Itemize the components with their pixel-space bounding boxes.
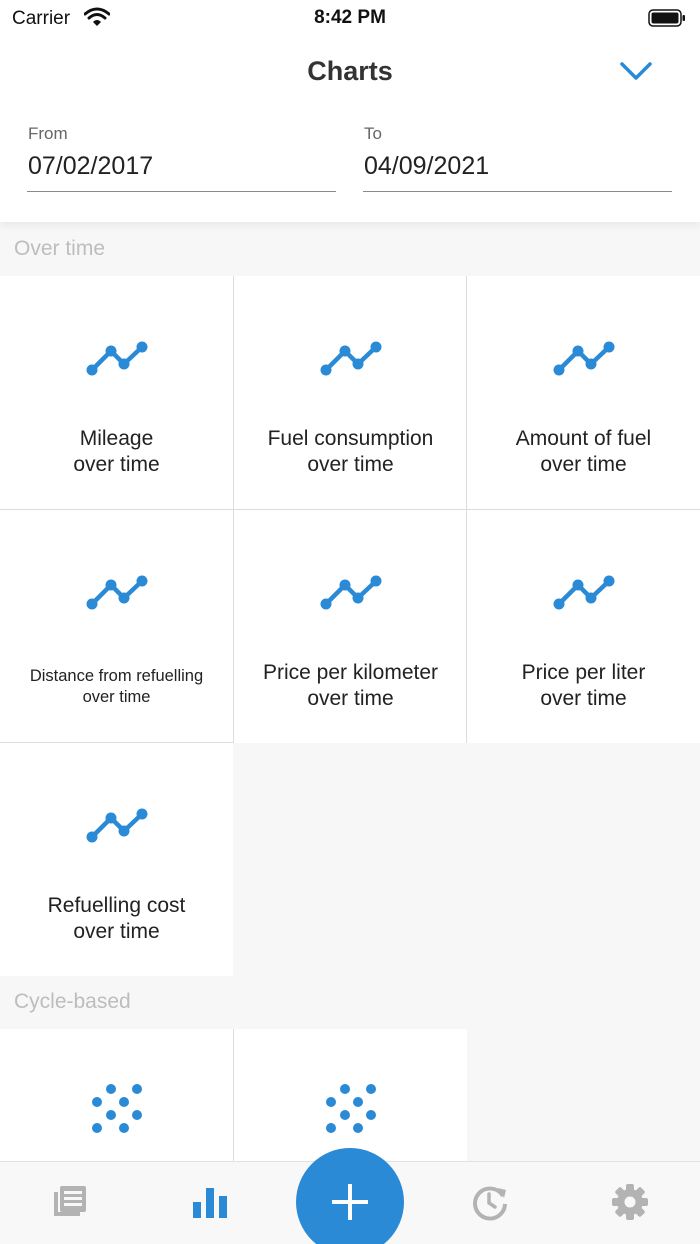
tile-distance-from-refuelling[interactable]: Distance from refuelling over time [0, 510, 233, 743]
status-time: 8:42 PM [314, 7, 386, 28]
line-chart-icon [86, 575, 148, 610]
gear-icon[interactable] [610, 1182, 650, 1222]
to-date-field[interactable]: To 04/09/2021 [363, 122, 672, 192]
tile-amount-of-fuel[interactable]: Amount of fuel over time [467, 276, 700, 509]
tile-mileage[interactable]: Mileage over time [0, 276, 233, 509]
tile-label: Refuelling cost over time [47, 894, 186, 943]
page-title: Charts [307, 56, 393, 86]
bar-chart-icon[interactable] [190, 1182, 230, 1222]
line-chart-icon [320, 575, 382, 610]
line-chart-icon [86, 808, 148, 843]
history-icon[interactable] [470, 1182, 510, 1222]
tile-label: Fuel consumption over time [267, 427, 434, 476]
chevron-down-icon[interactable] [618, 58, 654, 84]
line-chart-icon [320, 341, 382, 376]
scatter-chart-icon [326, 1084, 376, 1133]
tile-fuel-consumption[interactable]: Fuel consumption over time [234, 276, 467, 509]
grid-divider [0, 509, 700, 510]
to-date-label: To [364, 124, 382, 143]
tile-label: Price per kilometer over time [262, 661, 439, 710]
line-chart-icon [553, 575, 615, 610]
from-date-field[interactable]: From 07/02/2017 [27, 122, 336, 192]
list-icon[interactable] [50, 1182, 90, 1222]
line-chart-icon [86, 341, 148, 376]
section-label-over-time: Over time [14, 237, 106, 260]
battery-icon [648, 9, 685, 27]
tile-price-per-liter[interactable]: Price per liter over time [467, 510, 700, 743]
tile-label: Amount of fuel over time [515, 427, 652, 476]
grid-divider [0, 742, 234, 743]
grid-divider [233, 1029, 234, 1161]
tile-label: Distance from refuelling over time [29, 667, 204, 706]
scatter-chart-icon [92, 1084, 142, 1133]
from-date-label: From [28, 124, 68, 143]
tile-label: Mileage over time [73, 427, 160, 476]
section-label-cycle-based: Cycle-based [14, 990, 131, 1013]
add-icon [332, 1184, 368, 1220]
from-date-value: 07/02/2017 [28, 152, 154, 180]
to-date-value: 04/09/2021 [364, 152, 490, 180]
charts-header: Charts From 07/02/2017 To 04/09/2021 [0, 36, 700, 222]
line-chart-icon [553, 341, 615, 376]
tile-label: Price per liter over time [521, 661, 646, 710]
tile-price-per-kilometer[interactable]: Price per kilometer over time [234, 510, 467, 743]
status-bar: Carrier 8:42 PM [0, 0, 700, 36]
tile-refuelling-cost[interactable]: Refuelling cost over time [0, 743, 233, 976]
